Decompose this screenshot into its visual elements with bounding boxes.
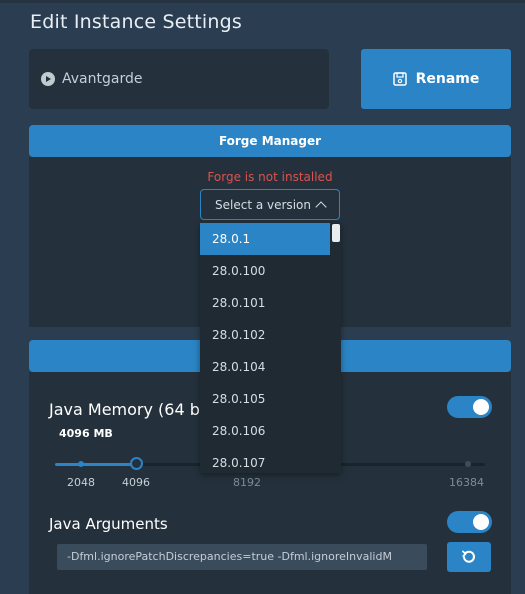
slider-tick-label: 8192 xyxy=(233,476,261,489)
dropdown-scrollbar[interactable] xyxy=(332,224,340,242)
instance-name-display: Avantgarde xyxy=(29,49,329,109)
rename-button-label: Rename xyxy=(415,71,480,87)
forge-version-option[interactable]: 28.0.101 xyxy=(200,287,330,319)
chevron-up-icon xyxy=(315,200,327,213)
forge-version-dropdown[interactable]: 28.0.1 28.0.100 28.0.101 28.0.102 28.0.104 28… xyxy=(200,223,341,473)
java-memory-value: 4096 MB xyxy=(59,427,113,440)
forge-manager-header: Forge Manager xyxy=(29,125,511,157)
forge-version-option[interactable]: 28.0.104 xyxy=(200,351,330,383)
slider-tick-label: 2048 xyxy=(67,476,95,489)
forge-version-option[interactable]: 28.0.102 xyxy=(200,319,330,351)
forge-version-select-label: Select a version xyxy=(215,197,311,212)
forge-version-option[interactable]: 28.0.1 xyxy=(200,223,330,255)
slider-tick-label: 16384 xyxy=(449,476,484,489)
rename-button[interactable]: Rename xyxy=(361,49,511,109)
java-memory-toggle[interactable] xyxy=(447,396,492,418)
java-arguments-input[interactable]: -Dfml.ignorePatchDiscrepancies=true -Dfm… xyxy=(57,544,427,570)
reset-arguments-button[interactable] xyxy=(447,542,491,572)
slider-tick-label: 4096 xyxy=(122,476,150,489)
java-arguments-label: Java Arguments xyxy=(49,515,168,533)
save-icon xyxy=(392,72,407,86)
forge-status-text: Forge is not installed xyxy=(207,170,333,184)
forge-version-option[interactable]: 28.0.106 xyxy=(200,415,330,447)
reset-icon xyxy=(462,550,475,563)
java-memory-slider-fill xyxy=(55,463,137,466)
slider-tick-2048 xyxy=(77,461,84,467)
forge-version-select[interactable]: Select a version xyxy=(200,189,340,220)
edit-instance-settings-panel: Edit Instance Settings Avantgarde Rename… xyxy=(0,0,525,594)
forge-version-list: 28.0.1 28.0.100 28.0.101 28.0.102 28.0.104 28… xyxy=(200,223,341,473)
instance-name: Avantgarde xyxy=(62,71,143,87)
forge-manager-title: Forge Manager xyxy=(218,134,322,148)
forge-version-option[interactable]: 28.0.105 xyxy=(200,383,330,415)
slider-tick-16384 xyxy=(464,461,471,467)
java-memory-slider-handle[interactable] xyxy=(130,457,144,470)
forge-version-option[interactable]: 28.0.107 xyxy=(200,447,330,473)
java-memory-label: Java Memory (64 bi xyxy=(49,400,205,419)
play-icon xyxy=(41,72,55,86)
java-arguments-toggle[interactable] xyxy=(447,511,492,533)
forge-version-option[interactable]: 28.0.100 xyxy=(200,255,330,287)
page-title: Edit Instance Settings xyxy=(30,11,243,33)
